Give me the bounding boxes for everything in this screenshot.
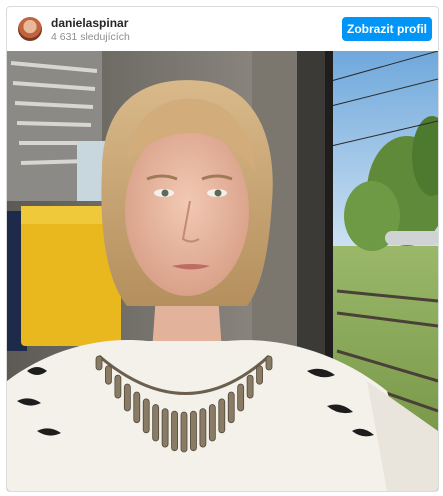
selfie-train-image (7, 51, 438, 491)
follower-count: 4 631 sledujících (51, 31, 130, 43)
post-header: danielaspinar 4 631 sledujících Zobrazit… (7, 7, 438, 51)
post-photo[interactable] (7, 51, 438, 491)
instagram-embed-card: danielaspinar 4 631 sledujících Zobrazit… (6, 6, 439, 492)
view-profile-button[interactable]: Zobrazit profil (342, 17, 432, 41)
username[interactable]: danielaspinar (51, 16, 128, 30)
avatar[interactable] (18, 17, 42, 41)
